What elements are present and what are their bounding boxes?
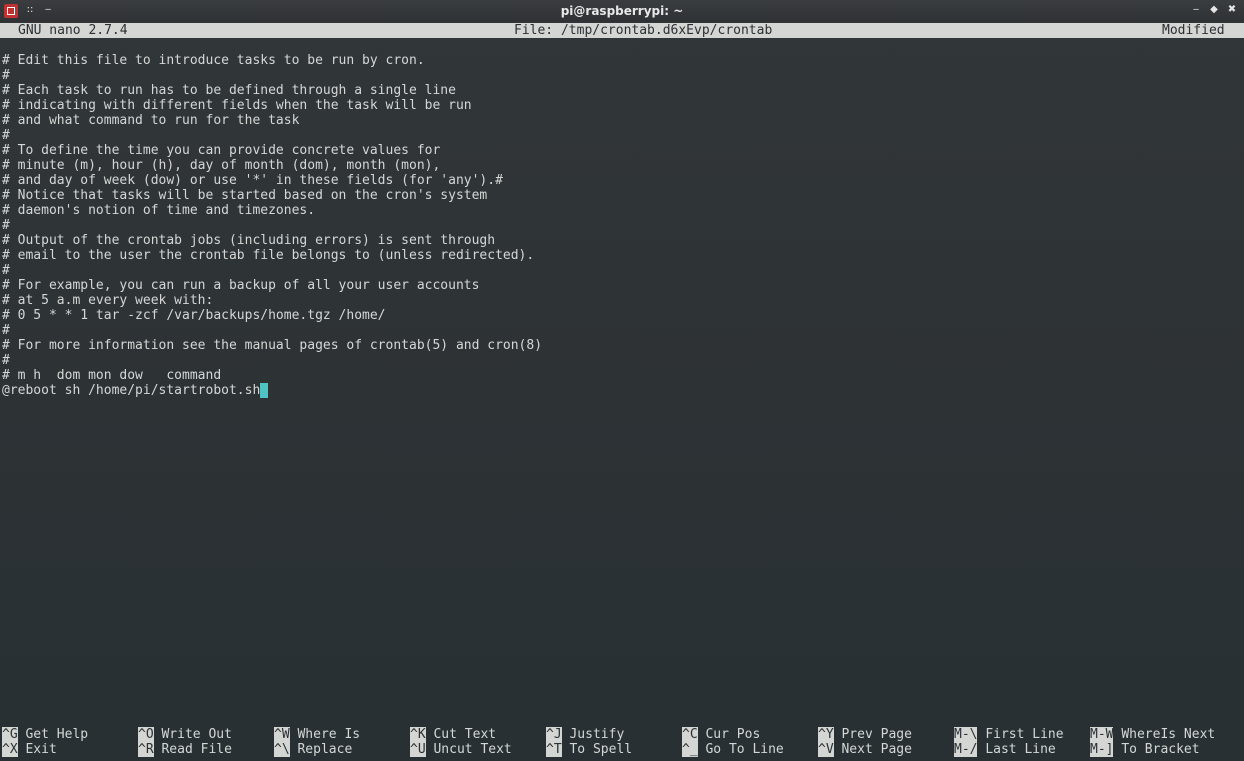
shortcut-key: ^R [138,742,154,757]
nano-version: GNU nano 2.7.4 [18,23,128,38]
shortcut-prev-page[interactable]: ^Y Prev Page [818,727,912,742]
shortcut-key: M-/ [954,742,978,757]
maximize-button[interactable]: ◆ [1206,2,1222,18]
shortcut-key: ^T [546,742,562,757]
editor-line[interactable]: # 0 5 * * 1 tar -zcf /var/backups/home.t… [2,308,1242,323]
editor-line[interactable]: # [2,218,1242,233]
shortcut-label: Write Out [161,727,232,742]
current-line-text[interactable]: @reboot sh /home/pi/startrobot.sh [2,383,260,398]
shortcut-key: ^G [2,727,18,742]
shortcut-whereis-next[interactable]: M-W WhereIs Next [1090,727,1215,742]
editor-line[interactable]: # minute (m), hour (h), day of month (do… [2,158,1242,173]
editor-line[interactable]: # at 5 a.m every week with: [2,293,1242,308]
shortcut-label: Read File [161,742,232,757]
shortcut-key: ^O [138,727,154,742]
editor-line[interactable]: # indicating with different fields when … [2,98,1242,113]
shortcut-label: To Bracket [1121,742,1200,757]
shortcut-label: Prev Page [841,727,912,742]
shortcut-label: Get Help [25,727,89,742]
shortcut-uncut-text[interactable]: ^U Uncut Text [410,742,512,757]
shortcut-label: Replace [297,742,353,757]
editor-line[interactable]: # [2,263,1242,278]
shortcut-key: M-W [1090,727,1114,742]
editor-line[interactable]: # m h dom mon dow command [2,368,1242,383]
modified-status: Modified [1162,23,1225,38]
shortcut-get-help[interactable]: ^G Get Help [2,727,88,742]
shortcut-replace[interactable]: ^\ Replace [274,742,352,757]
editor-line[interactable]: # [2,353,1242,368]
editor-line[interactable]: # For more information see the manual pa… [2,338,1242,353]
window-title: pi@raspberrypi: ~ [560,4,684,18]
shortcut-first-line[interactable]: M-\ First Line [954,727,1064,742]
window-titlebar[interactable]: :: ‒ pi@raspberrypi: ~ ‒ ◆ ✖ [0,0,1244,23]
shortcut-key: ^K [410,727,426,742]
editor-line[interactable]: # Output of the crontab jobs (including … [2,233,1242,248]
shortcut-bar: ^G Get Help ^X Exit ^O Write Out ^R Read Fi… [2,727,1242,757]
shortcut-label: To Spell [569,742,633,757]
editor-line[interactable]: # Each task to run has to be defined thr… [2,83,1242,98]
shortcut-label: Last Line [985,742,1056,757]
shortcut-key: ^J [546,727,562,742]
shortcut-label: Cur Pos [705,727,761,742]
pin-button[interactable]: ‒ [40,2,56,18]
close-button[interactable]: ✖ [1224,2,1240,18]
shortcut-label: WhereIs Next [1121,727,1216,742]
editor-line[interactable]: # email to the user the crontab file bel… [2,248,1242,263]
shortcut-label: Go To Line [705,742,784,757]
shortcut-key: ^V [818,742,834,757]
shortcut-label: Cut Text [433,727,497,742]
shortcut-key: ^W [274,727,290,742]
editor-line[interactable]: # [2,68,1242,83]
editor-line[interactable]: # Edit this file to introduce tasks to b… [2,53,1242,68]
shortcut-key: ^X [2,742,18,757]
shortcut-to-bracket[interactable]: M-] To Bracket [1090,742,1200,757]
shortcut-label: First Line [985,727,1064,742]
shortcut-key: ^C [682,727,698,742]
shortcut-key: ^_ [682,742,698,757]
editor-line[interactable]: # [2,128,1242,143]
shortcut-label: Where Is [297,727,361,742]
shortcut-key: ^U [410,742,426,757]
nano-header: GNU nano 2.7.4 File: /tmp/crontab.d6xEvp… [0,23,1244,38]
shortcut-cur-pos[interactable]: ^C Cur Pos [682,727,760,742]
window-menu-button[interactable]: :: [22,2,38,18]
shortcut-key: ^\ [274,742,290,757]
shortcut-label: Next Page [841,742,912,757]
editor-line[interactable]: # and what command to run for the task [2,113,1242,128]
shortcut-label: Exit [25,742,57,757]
editor-current-line[interactable]: @reboot sh /home/pi/startrobot.sh [2,383,1242,398]
text-cursor [260,383,269,398]
shortcut-exit[interactable]: ^X Exit [2,742,57,757]
shortcut-cut-text[interactable]: ^K Cut Text [410,727,496,742]
shortcut-justify[interactable]: ^J Justify [546,727,624,742]
editor-buffer[interactable]: # Edit this file to introduce tasks to b… [2,53,1242,398]
editor-line[interactable]: # [2,323,1242,338]
shortcut-last-line[interactable]: M-/ Last Line [954,742,1056,757]
minimize-button[interactable]: ‒ [1188,2,1204,18]
editor-line[interactable]: # and day of week (dow) or use '*' in th… [2,173,1242,188]
terminal-area[interactable]: GNU nano 2.7.4 File: /tmp/crontab.d6xEvp… [0,22,1244,761]
editor-line[interactable]: # Notice that tasks will be started base… [2,188,1242,203]
shortcut-read-file[interactable]: ^R Read File [138,742,232,757]
shortcut-where-is[interactable]: ^W Where Is [274,727,360,742]
shortcut-write-out[interactable]: ^O Write Out [138,727,232,742]
shortcut-label: Uncut Text [433,742,512,757]
file-name: File: /tmp/crontab.d6xEvp/crontab [514,23,773,38]
shortcut-to-spell[interactable]: ^T To Spell [546,742,632,757]
shortcut-key: M-\ [954,727,978,742]
editor-line[interactable]: # daemon's notion of time and timezones. [2,203,1242,218]
shortcut-label: Justify [569,727,625,742]
shortcut-next-page[interactable]: ^V Next Page [818,742,912,757]
editor-line[interactable]: # To define the time you can provide con… [2,143,1242,158]
terminal-icon[interactable] [4,4,18,18]
shortcut-key: ^Y [818,727,834,742]
editor-line[interactable]: # For example, you can run a backup of a… [2,278,1242,293]
shortcut-go-to-line[interactable]: ^_ Go To Line [682,742,784,757]
shortcut-key: M-] [1090,742,1114,757]
